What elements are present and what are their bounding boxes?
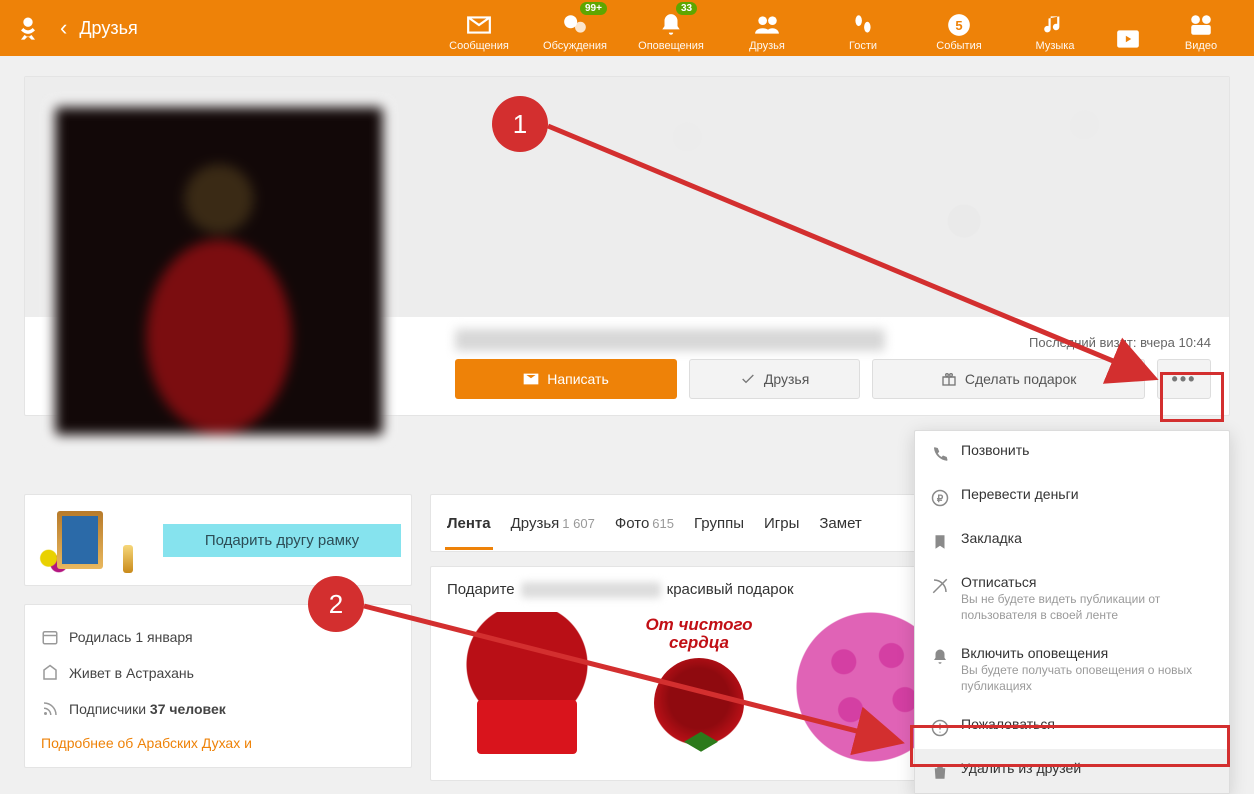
tab-games[interactable]: Игры [762,497,801,550]
nav-friends[interactable]: Друзья [724,0,810,56]
menu-item-remove[interactable]: Удалить из друзей [915,749,1229,793]
promo-link[interactable]: Подарить другу рамку [163,524,401,557]
nav-guests[interactable]: Гости [820,0,906,56]
menu-item-report[interactable]: Пожаловаться [915,705,1229,749]
profile-header: Последний визит: вчера 10:44 Написать Др… [24,76,1230,416]
warn-icon [931,716,949,738]
footsteps-icon [850,12,876,38]
nav-video[interactable]: Видео [1158,0,1244,56]
menu-item-unfollow[interactable]: ОтписатьсяВы не будете видеть публикации… [915,563,1229,634]
profile-name [455,329,885,351]
video-icon [1188,12,1214,38]
profile-info-card: Родилась 1 января Живет в Астрахань Подп… [24,604,412,768]
menu-item-bookmark[interactable]: Закладка [915,519,1229,563]
friends-status-button[interactable]: Друзья [689,359,860,399]
nav-music[interactable]: Музыка [1012,0,1098,56]
nav-discussions[interactable]: 99+ Обсуждения [532,0,618,56]
unfollow-icon [931,574,949,596]
nav-events[interactable]: 5 События [916,0,1002,56]
back-chevron-icon[interactable]: ‹ [60,15,67,41]
annotation-step-2: 2 [308,576,364,632]
info-lives: Живет в Астрахань [41,655,395,691]
tab-photo[interactable]: Фото615 [613,497,676,550]
nav-play[interactable] [1108,0,1148,56]
gift-option-1[interactable]: ТЕБЕ, МОЯ ХОРОШАЯ! [447,612,607,762]
last-visit: Последний визит: вчера 10:44 [1029,335,1211,350]
calendar-icon [41,627,59,647]
menu-item-money[interactable]: ₽Перевести деньги [915,475,1229,519]
ellipsis-icon: ••• [1172,369,1197,390]
gift-icon [941,371,957,387]
bell-icon [931,645,949,667]
menu-item-notify[interactable]: Включить оповещенияВы будете получать оп… [915,634,1229,705]
annotation-step-1: 1 [492,96,548,152]
play-icon [1115,26,1141,52]
ok-logo-icon[interactable] [14,14,42,42]
badge: 33 [676,2,697,15]
write-button[interactable]: Написать [455,359,677,399]
location-icon [41,663,59,683]
top-bar: ‹ Друзья Сообщения 99+ Обсуждения 33 Опо… [0,0,1254,56]
bell-icon [658,12,684,38]
gift-button[interactable]: Сделать подарок [872,359,1145,399]
tab-notes[interactable]: Замет [817,497,863,550]
ruble-icon: ₽ [931,486,949,508]
cover-background [25,77,1229,317]
page-title: Друзья [79,18,137,39]
envelope-icon [466,12,492,38]
more-actions-menu: Позвонить₽Перевести деньгиЗакладкаОтписа… [914,430,1230,794]
phone-icon [931,442,949,464]
tab-groups[interactable]: Группы [692,497,746,550]
tab-friends[interactable]: Друзья1 607 [509,497,597,550]
badge: 99+ [580,2,607,15]
info-more-link[interactable]: Подробнее об Арабских Духах и [41,727,395,753]
friends-icon [754,12,780,38]
music-icon [1042,12,1068,38]
envelope-icon [523,371,539,387]
chat-icon [562,12,588,38]
trash-icon [931,760,949,782]
info-subscribers[interactable]: Подписчики 37 человек [41,691,395,727]
recipient-name [521,582,661,598]
more-actions-button[interactable]: ••• [1157,359,1211,399]
rss-icon [41,699,59,719]
tab-feed[interactable]: Лента [445,497,493,550]
gift-option-2[interactable]: От чистогосердца [619,612,779,762]
profile-actions: Написать Друзья Сделать подарок ••• [455,359,1211,399]
menu-item-call[interactable]: Позвонить [915,431,1229,475]
check-icon [740,371,756,387]
nav-messages[interactable]: Сообщения [436,0,522,56]
promo-frame-card[interactable]: Подарить другу рамку [24,494,412,586]
promo-image [35,505,145,575]
svg-text:₽: ₽ [937,494,944,505]
nav-notifications[interactable]: 33 Оповещения [628,0,714,56]
star-badge-icon: 5 [946,12,972,38]
top-nav: Сообщения 99+ Обсуждения 33 Оповещения Д… [436,0,1244,56]
bookmark-icon [931,530,949,552]
